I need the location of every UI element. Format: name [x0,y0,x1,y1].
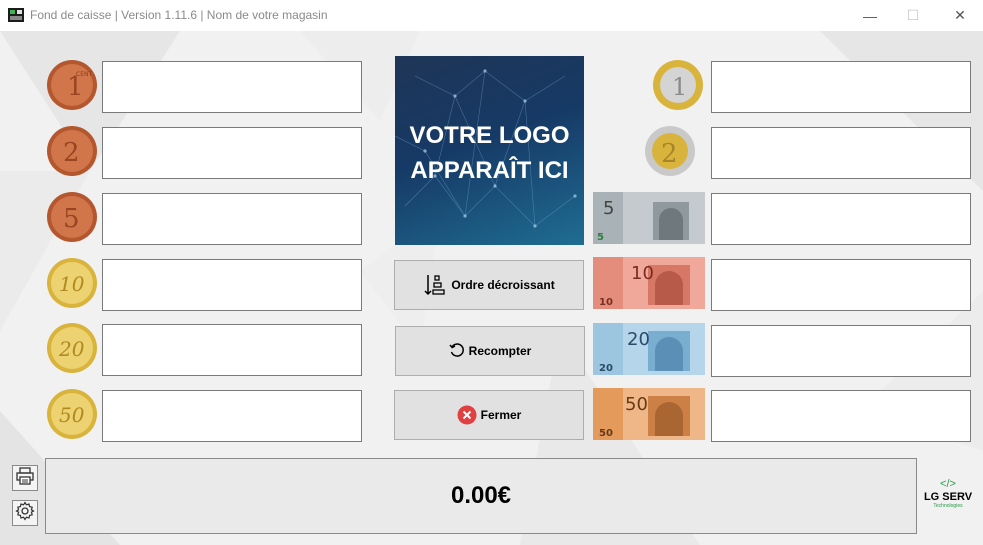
50-cent-quantity-input[interactable] [102,390,362,442]
50-euro-note-icon: 50 50 [593,388,705,440]
2-cent-coin-icon: 2 [46,125,98,177]
svg-text:10: 10 [599,297,613,308]
svg-text:5: 5 [597,232,604,243]
brand-name: LG SERV [923,491,973,503]
svg-text:CENT: CENT [76,71,92,78]
5-euro-quantity-input[interactable] [711,193,971,245]
svg-text:2: 2 [661,139,678,169]
svg-text:5: 5 [603,198,614,219]
1-euro-coin-icon: 1 [652,59,704,111]
5-cent-quantity-input[interactable] [102,193,362,245]
svg-text:20: 20 [627,329,650,350]
50-cent-coin-icon: 50 [46,388,98,440]
1-euro-quantity-input[interactable] [711,61,971,113]
print-button[interactable] [12,465,38,491]
printer-icon [15,466,35,491]
sort-descending-label: Ordre décroissant [451,278,555,292]
gear-icon [15,500,35,526]
10-euro-quantity-input[interactable] [711,259,971,311]
close-circle-icon [457,405,477,425]
5-cent-coin-icon: 5 [46,191,98,243]
svg-text:50: 50 [59,403,85,427]
1-cent-coin-icon: 1 CENT [46,59,98,111]
recount-button[interactable]: Recompter [395,326,585,376]
minimize-button[interactable]: — [847,0,893,31]
10-cent-coin-icon: 10 [46,257,98,309]
brand-logo: </> LG SERV Technologies [918,478,978,518]
recount-label: Recompter [468,344,532,358]
sort-descending-button[interactable]: Ordre décroissant [394,260,584,310]
svg-text:5: 5 [63,204,80,234]
total-amount: 0.00€ [45,458,917,534]
close-label: Fermer [480,408,522,422]
20-cent-coin-icon: 20 [46,322,98,374]
main-content: 1 CENT 2 5 10 20 50 VOTRE LOGO APPARAÎT … [0,31,983,545]
app-icon [8,8,24,22]
settings-button[interactable] [12,500,38,526]
close-button[interactable]: Fermer [394,390,584,440]
svg-text:20: 20 [58,337,85,361]
svg-text:10: 10 [631,263,654,284]
5-euro-note-icon: 55 [593,192,705,244]
refresh-icon [449,343,465,359]
title-bar: Fond de caisse | Version 1.11.6 | Nom de… [0,0,983,31]
20-euro-note-icon: 20 20 [593,323,705,375]
svg-text:2: 2 [63,138,80,168]
20-euro-quantity-input[interactable] [711,325,971,377]
brand-subtitle: Technologies [933,503,963,509]
sort-descending-icon [423,273,447,297]
store-logo: VOTRE LOGO APPARAÎT ICI [395,56,584,245]
20-cent-quantity-input[interactable] [102,324,362,376]
2-cent-quantity-input[interactable] [102,127,362,179]
50-euro-quantity-input[interactable] [711,390,971,442]
logo-placeholder-text: VOTRE LOGO APPARAÎT ICI [409,122,570,184]
maximize-button[interactable]: ☐ [890,0,936,31]
code-icon: </> [940,478,956,490]
close-window-button[interactable]: ✕ [937,0,983,31]
window-title: Fond de caisse | Version 1.11.6 | Nom de… [30,8,328,22]
1-cent-quantity-input[interactable] [102,61,362,113]
svg-text:1: 1 [672,73,687,101]
10-euro-note-icon: 10 10 [593,257,705,309]
svg-text:50: 50 [599,428,613,439]
svg-text:20: 20 [599,363,613,374]
2-euro-coin-icon: 2 [644,125,696,177]
2-euro-quantity-input[interactable] [711,127,971,179]
10-cent-quantity-input[interactable] [102,259,362,311]
svg-text:10: 10 [59,272,85,296]
svg-text:50: 50 [625,394,648,415]
